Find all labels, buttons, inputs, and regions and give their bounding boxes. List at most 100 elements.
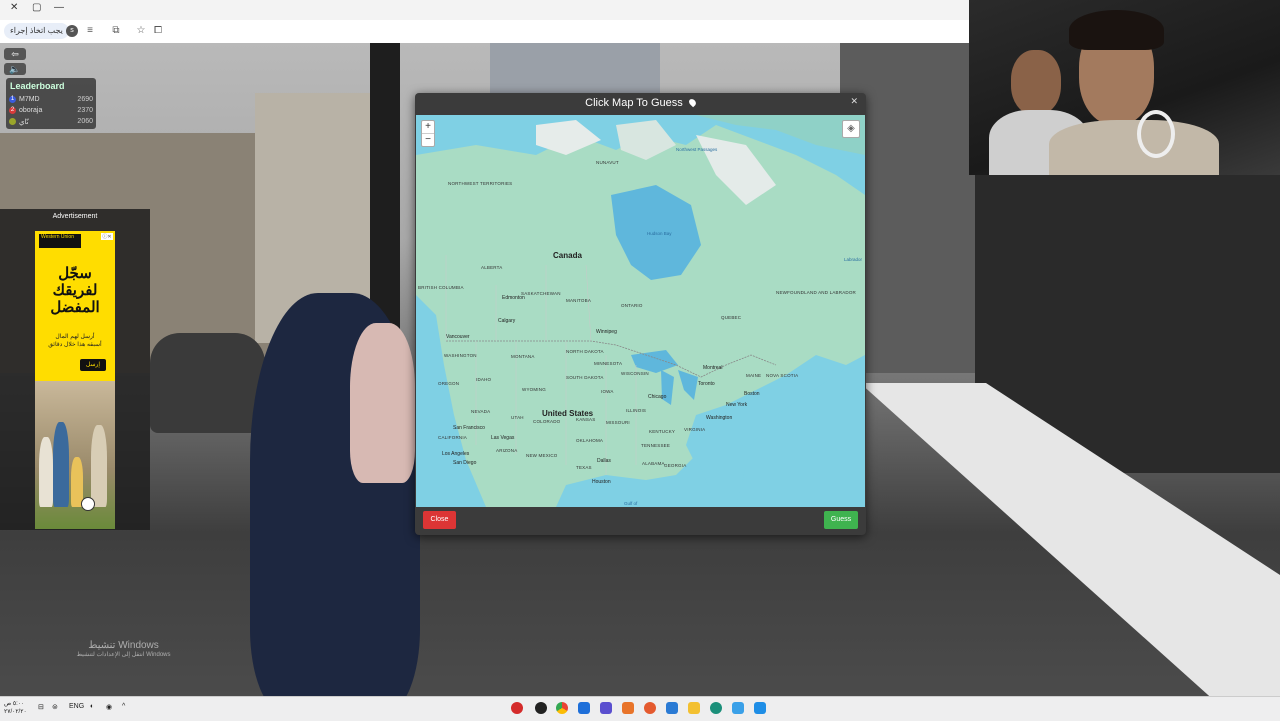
map-label: BRITISH COLUMBIA [418,285,464,290]
map-label: QUEBEC [721,315,742,320]
map-label: KENTUCKY [649,429,676,434]
app-icon-orange[interactable] [644,702,656,714]
bookmark-star-icon[interactable]: ☆ [135,25,147,37]
water-label: Gulf of [624,501,638,506]
player-name: oboraja [19,107,43,114]
zoom-out-button[interactable]: − [422,133,434,146]
player-name: نّاي [19,118,29,126]
advertisement-panel: Advertisement Western Union ⓘ✕ سجّل لفري… [0,209,150,530]
city-label: Dallas [597,458,611,464]
zoom-in-button[interactable]: + [422,121,434,133]
windows-activation-watermark: تنشيط Windows انتقل إلى الإعدادات لتنشيط… [66,640,181,658]
wifi-icon[interactable]: ⊜ [52,703,58,711]
network-icon[interactable]: ◉ [106,703,112,711]
windows-start-icon[interactable] [754,702,766,714]
city-label: Chicago [648,394,667,400]
zoom-control: + − [421,120,435,147]
action-required-chip[interactable]: يجب اتخاذ إجراء [4,23,69,39]
city-label: Edmonton [502,295,525,301]
layers-icon[interactable]: ◈ [842,120,860,138]
map-label: ILLINOIS [626,408,647,413]
app-icon-blue[interactable] [666,702,678,714]
speaker-icon[interactable]: 🔈 [4,63,26,75]
guess-map-modal: Click Map To Guess ✕ + − ◈ Canada United… [415,93,866,535]
map-label: NEW MEXICO [526,453,558,458]
map-label: COLORADO [533,419,561,424]
chevron-up-icon[interactable]: ^ [122,703,125,710]
minimize-window-button[interactable]: — [54,2,64,13]
close-window-button[interactable]: ✕ [10,2,18,13]
ad-info-icon[interactable]: ⓘ✕ [101,233,113,240]
map-label: NEWFOUNDLAND AND LABRADOR [776,290,857,295]
city-label: Las Vegas [491,435,515,441]
ad-person [91,425,107,507]
edge-icon[interactable] [710,702,722,714]
app-icon-cyan[interactable] [732,702,744,714]
leaderboard-row: نّاي 2060 [6,116,96,127]
city-label: Montreal [703,365,723,371]
map-label: ONTARIO [621,303,643,308]
ad-cta-button[interactable]: إرسل [80,359,106,371]
map-canvas [416,115,865,507]
close-button[interactable]: Close [423,511,456,529]
guess-map[interactable]: + − ◈ Canada United States NORTHWEST TER… [416,115,865,507]
map-label: MONTANA [511,354,535,359]
webcam-overlay [969,0,1280,175]
city-label: Winnipeg [596,329,617,335]
city-label: New York [726,402,748,408]
teams-icon[interactable] [600,702,612,714]
map-label: IOWA [601,389,614,394]
volume-icon[interactable]: ◐ [90,703,94,710]
maximize-window-button[interactable]: ▢ [32,2,41,13]
watermark-line: تنشيط Windows [88,640,159,651]
browser-toolbar: يجب اتخاذ إجراء s ≡ ⧉ ☆ ⧠ [0,20,969,44]
water-label: Hudson Bay [647,231,672,236]
map-label: NORTH DAKOTA [566,349,604,354]
map-label: VIRGINIA [684,427,706,432]
ad-person [39,437,53,507]
extensions-icon[interactable]: ⧠ [152,25,164,37]
app-icon-capcut[interactable] [535,702,547,714]
leaderboard-row: 1 M7MD 2690 [6,94,96,105]
guess-button[interactable]: Guess [824,511,858,529]
map-label: WISCONSIN [621,371,649,376]
leaderboard-panel: Leaderboard 1 M7MD 2690 2 oboraja 2370 ن… [6,78,96,129]
ad-headline-line: المفضل [50,299,100,316]
file-explorer-icon[interactable] [688,702,700,714]
map-label: SOUTH DAKOTA [566,375,604,380]
western-union-logo: Western Union [39,234,81,248]
map-label: MANITOBA [566,298,592,303]
translate-icon[interactable]: ≡ [84,25,96,37]
modal-title: Click Map To Guess [415,97,866,109]
back-arrow-icon[interactable]: ⇦ [4,48,26,60]
player-score: 2060 [77,118,93,125]
map-label: SASKATCHEWAN [521,291,561,296]
browser-titlebar: ✕ ▢ — [0,0,969,21]
language-indicator[interactable]: ENG [69,703,84,710]
share-icon[interactable]: ⧉ [110,25,122,37]
map-label: WASHINGTON [444,353,477,358]
city-label: Los Angeles [442,451,470,457]
city-label: Houston [592,479,611,485]
map-label: OREGON [438,381,460,386]
notification-icon[interactable]: ⊟ [38,703,44,711]
player-score: 2370 [77,107,93,114]
app-icon-a[interactable] [622,702,634,714]
profile-icon[interactable]: s [66,25,78,37]
ad-family-photo [35,381,115,529]
city-label: Boston [744,391,760,397]
map-label: MAINE [746,373,762,378]
streamer-hair [1069,10,1164,50]
app-icon-record[interactable] [511,702,523,714]
pedestrian-backpack [350,323,415,483]
chrome-icon[interactable] [556,702,568,714]
map-label: ARIZONA [496,448,518,453]
map-label: WYOMING [522,387,546,392]
modal-close-icon[interactable]: ✕ [850,96,858,107]
ad-subtext: أرسل لهم المال أسبقه هذا خلال دقائق [37,333,113,349]
map-label: NUNAVUT [596,160,619,165]
windows-taskbar: ٥:٠٠ ص ٢٧/٠٢/٢٠ ⊟ ⊜ ENG ◐ ◉ ^ [0,696,1280,721]
western-union-ad[interactable]: Western Union ⓘ✕ سجّل لفريقك المفضل أرسل… [35,231,115,529]
app-icon-store[interactable] [578,702,590,714]
taskbar-clock[interactable]: ٥:٠٠ ص ٢٧/٠٢/٢٠ [4,700,27,716]
